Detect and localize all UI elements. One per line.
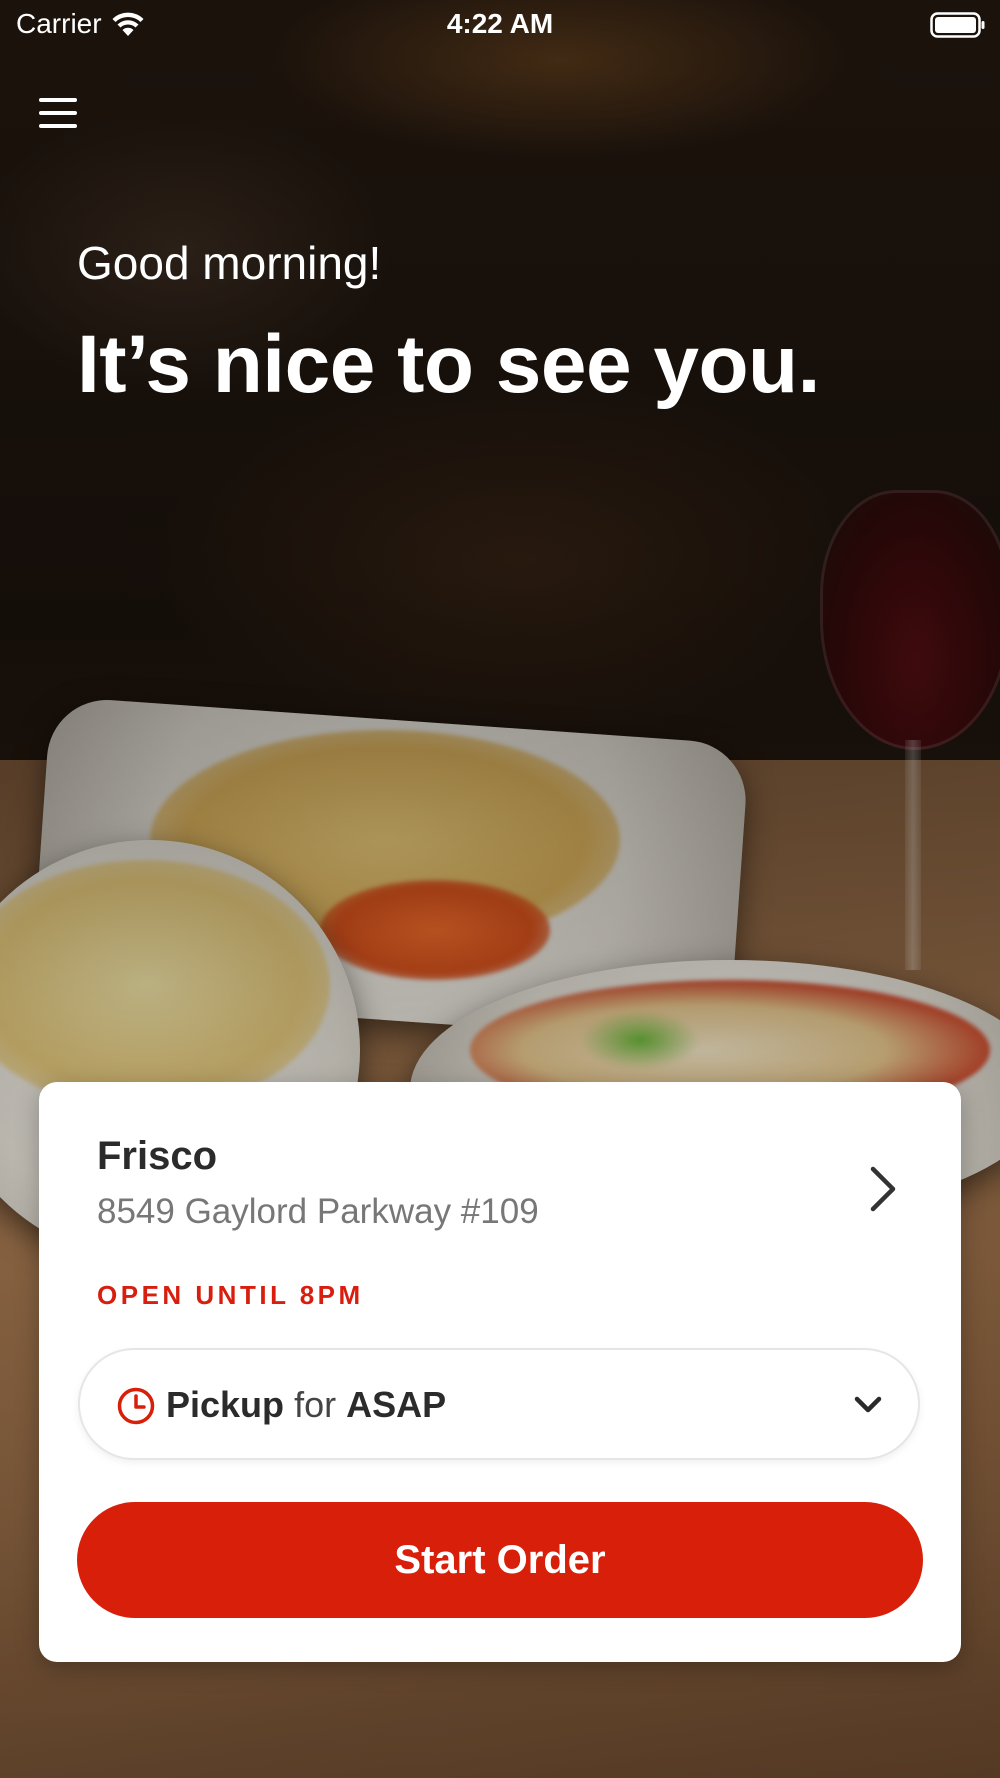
greeting-subtitle: Good morning!: [77, 237, 382, 289]
pickup-time: ASAP: [346, 1384, 447, 1425]
pickup-summary: Pickup for ASAP: [166, 1384, 446, 1426]
clock-icon: [117, 1387, 155, 1425]
menu-button[interactable]: [28, 88, 88, 138]
order-card: Frisco 8549 Gaylord Parkway #109 OPEN UN…: [39, 1082, 961, 1662]
location-selector[interactable]: Frisco 8549 Gaylord Parkway #109: [97, 1134, 903, 1234]
store-name: Frisco: [97, 1134, 218, 1178]
store-address: 8549 Gaylord Parkway #109: [97, 1192, 539, 1231]
store-hours-status: OPEN UNTIL 8PM: [97, 1280, 364, 1310]
hamburger-menu-icon: [39, 98, 77, 128]
pickup-mode: Pickup: [166, 1384, 285, 1425]
greeting-title: It’s nice to see you.: [77, 319, 820, 410]
home-screen: Carrier 4:22 AM Good morning! It’s nice …: [0, 0, 1000, 1778]
pickup-connector: for: [294, 1384, 337, 1425]
chevron-down-icon: [854, 1396, 882, 1413]
chevron-right-icon: [870, 1166, 896, 1212]
status-bar: Carrier 4:22 AM: [0, 0, 1000, 50]
status-time: 4:22 AM: [446, 8, 554, 39]
start-order-button[interactable]: Start Order: [77, 1502, 923, 1618]
battery-icon: [930, 12, 985, 38]
pickup-time-selector[interactable]: Pickup for ASAP: [78, 1348, 920, 1460]
